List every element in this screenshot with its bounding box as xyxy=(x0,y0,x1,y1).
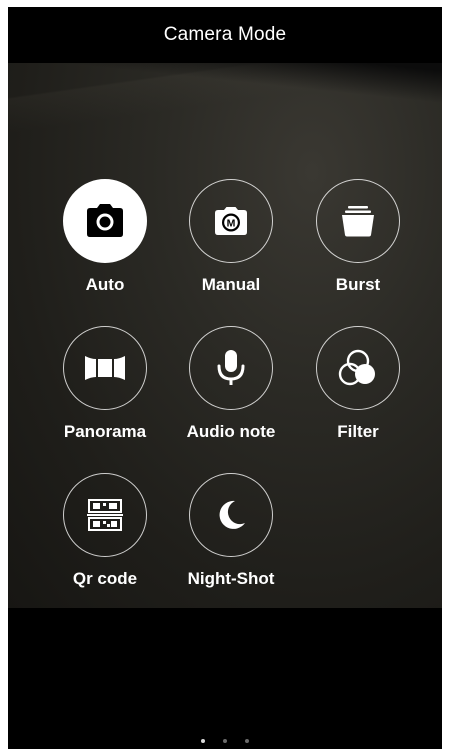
page-dot-2[interactable] xyxy=(223,739,227,743)
screen-header: Camera Mode xyxy=(8,7,442,63)
camera-icon xyxy=(87,204,123,237)
mode-manual-label: Manual xyxy=(201,275,261,294)
mode-qr-code[interactable]: Qr code xyxy=(50,473,160,593)
mode-filter-button[interactable] xyxy=(316,326,400,410)
page-title: Camera Mode xyxy=(163,24,287,45)
filter-circles-icon xyxy=(338,349,375,386)
microphone-icon xyxy=(217,350,245,385)
svg-text:M: M xyxy=(227,218,236,230)
page-indicator xyxy=(8,739,442,743)
mode-burst[interactable]: Burst xyxy=(303,179,413,299)
mode-qr-code-button[interactable] xyxy=(63,473,147,557)
mode-qr-code-label: Qr code xyxy=(72,569,138,588)
camera-viewfinder-background: Auto M Manual Burst Panorama Audio note … xyxy=(8,63,442,608)
mode-auto[interactable]: Auto xyxy=(50,179,160,299)
manual-camera-icon: M xyxy=(215,207,247,235)
mode-night-shot-button[interactable] xyxy=(189,473,273,557)
mode-manual[interactable]: M Manual xyxy=(176,179,286,299)
mode-filter-label: Filter xyxy=(337,422,379,441)
mode-panorama-label: Panorama xyxy=(63,422,147,441)
page-dot-1[interactable] xyxy=(201,739,205,743)
mode-manual-button[interactable]: M xyxy=(189,179,273,263)
mode-night-shot-label: Night-Shot xyxy=(187,569,275,588)
bottom-bar xyxy=(8,608,442,749)
panorama-icon xyxy=(85,356,125,380)
mode-audio-note-label: Audio note xyxy=(186,422,276,441)
qr-code-icon xyxy=(87,499,123,531)
mode-filter[interactable]: Filter xyxy=(303,326,413,446)
mode-burst-button[interactable] xyxy=(316,179,400,263)
mode-audio-note[interactable]: Audio note xyxy=(176,326,286,446)
mode-audio-note-button[interactable] xyxy=(189,326,273,410)
mode-grid: Auto M Manual Burst Panorama Audio note … xyxy=(8,63,442,608)
mode-burst-label: Burst xyxy=(335,275,381,294)
mode-auto-button[interactable] xyxy=(63,179,147,263)
camera-mode-screen: Auto M Manual Burst Panorama Audio note … xyxy=(8,7,442,749)
mode-night-shot[interactable]: Night-Shot xyxy=(176,473,286,593)
page-dot-3[interactable] xyxy=(245,739,249,743)
mode-panorama[interactable]: Panorama xyxy=(50,326,160,446)
moon-icon xyxy=(219,500,245,529)
mode-panorama-button[interactable] xyxy=(63,326,147,410)
mode-auto-label: Auto xyxy=(85,275,125,294)
burst-stack-icon xyxy=(342,206,374,237)
